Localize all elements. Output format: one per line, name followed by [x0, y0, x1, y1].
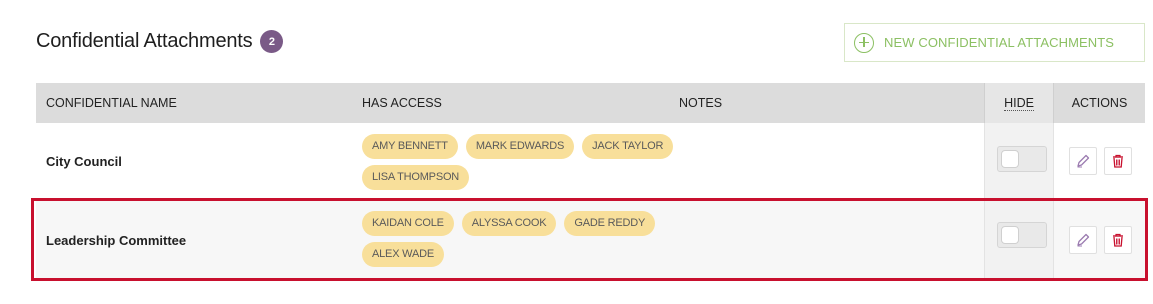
count-badge: 2: [260, 30, 284, 53]
trash-icon: [1113, 154, 1123, 168]
trash-icon: [1113, 233, 1123, 247]
row-name: City Council: [46, 154, 122, 169]
column-header-access: HAS ACCESS: [362, 96, 442, 110]
column-header-hide[interactable]: HIDE: [984, 83, 1054, 123]
column-header-notes: NOTES: [679, 96, 723, 110]
new-confidential-attachment-button[interactable]: NEW CONFIDENTIAL ATTACHMENTS: [844, 23, 1145, 62]
access-chip: ALYSSA COOK: [461, 211, 557, 236]
table-row: City Council AMY BENNETT MARK EDWARDS JA…: [36, 123, 1145, 199]
column-header-name: CONFIDENTIAL NAME: [46, 96, 177, 110]
table-row: Leadership Committee KAIDAN COLE ALYSSA …: [36, 199, 1145, 281]
row-name: Leadership Committee: [46, 233, 187, 248]
hide-cell: [984, 123, 1054, 198]
hide-cell: [984, 199, 1054, 280]
attachments-table: CONFIDENTIAL NAME HAS ACCESS NOTES HIDE …: [36, 83, 1145, 281]
delete-button[interactable]: [1104, 147, 1132, 175]
hide-toggle[interactable]: [997, 146, 1047, 172]
access-chips: KAIDAN COLE ALYSSA COOK GADE REDDY ALEX …: [362, 211, 722, 273]
toggle-knob: [1001, 226, 1019, 244]
new-button-label: NEW CONFIDENTIAL ATTACHMENTS: [884, 35, 1115, 50]
access-chip: JACK TAYLOR: [582, 134, 674, 159]
access-chip: KAIDAN COLE: [362, 211, 454, 236]
plus-circle-icon: [854, 32, 874, 53]
hide-toggle[interactable]: [997, 222, 1047, 248]
access-chips: AMY BENNETT MARK EDWARDS JACK TAYLOR LIS…: [362, 134, 722, 196]
access-chip: LISA THOMPSON: [362, 165, 470, 190]
edit-button[interactable]: [1069, 226, 1097, 254]
toggle-knob: [1001, 150, 1019, 168]
access-chip: MARK EDWARDS: [465, 134, 575, 159]
delete-button[interactable]: [1104, 226, 1132, 254]
section-header: Confidential Attachments 2: [36, 30, 284, 53]
page-title: Confidential Attachments: [36, 30, 253, 52]
hide-label: HIDE: [1004, 96, 1034, 111]
pencil-icon: [1077, 154, 1090, 168]
column-header-actions: ACTIONS: [1071, 96, 1128, 110]
access-chip: ALEX WADE: [362, 242, 444, 267]
access-chip: GADE REDDY: [564, 211, 656, 236]
table-header: CONFIDENTIAL NAME HAS ACCESS NOTES HIDE …: [36, 83, 1145, 123]
pencil-icon: [1077, 233, 1090, 247]
edit-button[interactable]: [1069, 147, 1097, 175]
access-chip: AMY BENNETT: [362, 134, 458, 159]
